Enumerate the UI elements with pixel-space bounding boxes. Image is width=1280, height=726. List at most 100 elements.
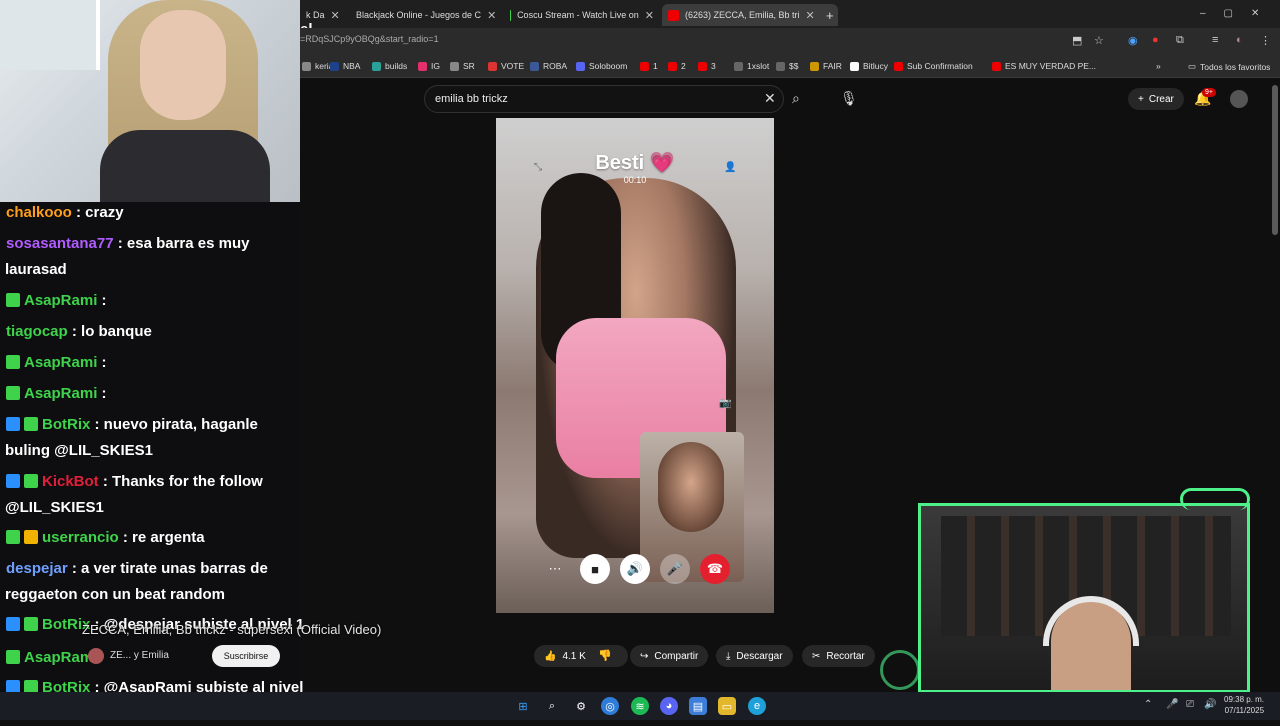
chat-username[interactable]: userrancio [42, 529, 123, 546]
chat-username[interactable]: AsapRami [24, 292, 102, 309]
browser-tab[interactable]: (6263) ZECCA, Emilia, Bb tri ✕ [662, 4, 838, 26]
bookmark-item[interactable]: Sub Confirmation [894, 61, 973, 71]
chat-message: tiagocap : lo banque [6, 319, 152, 345]
chat-badge-icon [6, 386, 20, 400]
bookmark-item[interactable]: ROBA [530, 61, 567, 71]
chat-username[interactable]: chalkooo [6, 204, 76, 221]
chat-badge-icon [24, 417, 38, 431]
bookmark-favicon-icon [698, 61, 707, 71]
chat-text: : crazy [76, 204, 124, 221]
mic-icon[interactable]: 🎙 [840, 90, 858, 107]
chat-badge-icon [24, 617, 38, 631]
star-icon[interactable]: ☆ [1094, 34, 1104, 47]
settings-icon[interactable]: ⚙ [572, 697, 590, 715]
chat-badge-icon [24, 474, 38, 488]
search-icon[interactable]: ⌕ [792, 90, 800, 107]
folder-icon[interactable]: ▭ [718, 697, 736, 715]
tray-chevron-icon[interactable]: ⌃ [1144, 699, 1152, 710]
bookmark-item[interactable]: IG [418, 61, 440, 71]
chat-message: KickBot : Thanks for the follow [6, 469, 263, 495]
chat-username[interactable]: sosasantana77 [6, 235, 118, 252]
system-clock[interactable]: 09:38 p. m. 07/11/2025 [1224, 694, 1264, 716]
bookmark-item[interactable]: 1 [640, 61, 658, 71]
scissors-icon: ✂ [812, 650, 821, 662]
chat-username[interactable]: BotRix [42, 416, 95, 433]
chat-message: sosasantana77 : esa barra es muy [6, 231, 249, 257]
chat-text: : re argenta [122, 529, 205, 546]
channel-avatar[interactable] [88, 648, 104, 664]
subscribe-button[interactable]: Suscribirse [212, 645, 280, 667]
tray-mic-icon[interactable]: 🎤 [1166, 699, 1178, 710]
bookmark-favicon-icon [776, 61, 785, 71]
bookmark-item[interactable]: VOTE [488, 61, 524, 71]
bookmark-item[interactable]: Bitlucy [850, 61, 888, 71]
bookmark-item[interactable]: FAIR [810, 61, 842, 71]
download-button[interactable]: ⤓ Descargar [716, 645, 793, 667]
url-field[interactable]: =RDqSJCp9yOBQg&start_radio=1 [300, 34, 439, 44]
chat-username[interactable]: AsapRami [24, 385, 102, 402]
extension-icon[interactable]: ● [1152, 34, 1159, 46]
channel-name[interactable]: ZE... y Emilia [110, 650, 169, 661]
bookmark-item[interactable]: ES MUY VERDAD PE... [992, 61, 1096, 71]
profile-icon[interactable]: ◐ [1236, 34, 1243, 46]
chat-username[interactable]: despejar [6, 560, 72, 577]
tray-network-icon[interactable]: ⎚ [1186, 699, 1194, 710]
window-controls[interactable]: –▢✕ [1200, 8, 1277, 19]
bookmark-item[interactable]: builds [372, 61, 407, 71]
chat-username[interactable]: KickBot [42, 473, 103, 490]
share-label: Compartir [654, 650, 699, 662]
tray-volume-icon[interactable]: 🔊 [1204, 699, 1216, 710]
scrollbar[interactable] [1272, 85, 1278, 235]
chat-message: @LIL_SKIES1 [5, 495, 104, 521]
notepad-icon[interactable]: ▤ [689, 697, 707, 715]
edge-icon[interactable]: e [748, 697, 766, 715]
chat-username[interactable]: AsapRami [24, 649, 97, 666]
browser-tab[interactable]: Blackjack Online - Juegos de C ✕ [344, 4, 502, 26]
clock-time: 09:38 p. m. [1224, 695, 1265, 704]
windows-start-icon[interactable]: ⊞ [514, 697, 532, 715]
bookmarks-more[interactable]: » [1156, 61, 1161, 71]
close-tab-icon[interactable]: ✕ [487, 9, 496, 22]
close-tab-icon[interactable]: ✕ [806, 9, 815, 22]
bookmark-favicon-icon [850, 61, 859, 71]
all-favorites[interactable]: ▭ Todos los favoritos [1188, 61, 1270, 72]
bookmark-item[interactable]: $$ [776, 61, 798, 71]
new-tab-button[interactable]: + [820, 4, 840, 26]
search-input[interactable]: emilia bb trickz [424, 85, 784, 113]
bookmark-item[interactable]: Soloboom [576, 61, 627, 71]
like-button[interactable]: 👍 4.1 K [534, 645, 628, 667]
bookmark-item[interactable]: SR [450, 61, 475, 71]
extension-icon[interactable]: ◉ [1128, 34, 1138, 47]
search-icon[interactable]: ⌕ [543, 697, 561, 715]
clip-button[interactable]: ✂ Recortar [802, 645, 875, 667]
spotify-icon[interactable]: ≋ [631, 697, 649, 715]
close-tab-icon[interactable]: ✕ [331, 9, 340, 22]
avatar[interactable] [1230, 90, 1248, 108]
close-tab-icon[interactable]: ✕ [645, 9, 654, 22]
chat-username[interactable]: tiagocap [6, 323, 72, 340]
bookmark-item[interactable]: keria [302, 61, 333, 71]
chat-username[interactable]: AsapRami [24, 354, 102, 371]
puzzle-icon[interactable]: ⧉ [1176, 34, 1184, 47]
discord-icon[interactable]: ◕ [660, 697, 678, 715]
stream-chat: chalkooo : crazy sosasantana77 : esa barr… [0, 202, 304, 721]
bookmark-item[interactable]: 2 [668, 61, 686, 71]
bookmark-item[interactable]: NBA [330, 61, 360, 71]
camera-icon: 📷 [719, 398, 732, 409]
chat-message: laurasad [5, 257, 67, 283]
bookmark-item[interactable]: 3 [698, 61, 716, 71]
menu-icon[interactable]: ⋮ [1260, 34, 1271, 47]
browser-tab[interactable]: Coscu Stream - Watch Live on ✕ [504, 4, 660, 26]
chat-message: AsapRami : [6, 350, 107, 376]
chrome-icon[interactable]: ◎ [601, 697, 619, 715]
share-button[interactable]: ↪ Compartir [630, 645, 709, 667]
media-icon[interactable]: ≡ [1212, 34, 1218, 46]
install-icon[interactable]: ⬒ [1072, 34, 1082, 47]
bookmark-item[interactable]: 1xslot [734, 61, 769, 71]
chat-text: reggaeton con un beat random [5, 586, 226, 603]
bookmark-label: SR [463, 61, 475, 71]
create-button[interactable]: + Crear [1128, 88, 1184, 110]
thumbs-down-icon[interactable]: 👎 [598, 649, 612, 662]
webcam-shelf [0, 0, 100, 70]
clear-search-icon[interactable]: ✕ [764, 90, 776, 107]
